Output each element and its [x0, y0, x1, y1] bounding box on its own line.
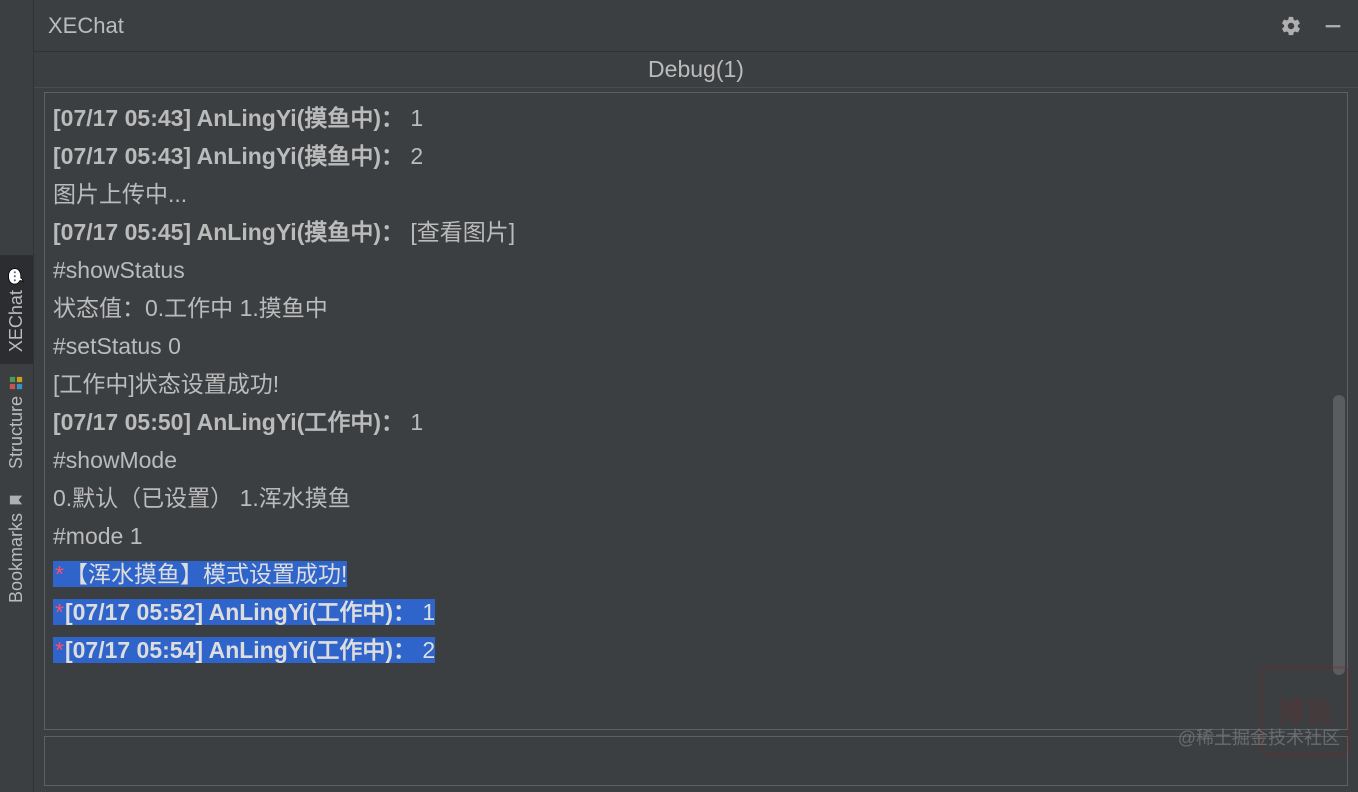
- sidebar-item-xechat[interactable]: XEChat 💬: [0, 255, 33, 364]
- star-marker: *: [53, 637, 65, 663]
- chat-line: #mode 1: [53, 517, 1339, 555]
- sidebar-item-label: Structure: [6, 396, 27, 469]
- sidebar-item-label: XEChat: [6, 290, 27, 352]
- chat-line: *[07/17 05:54] AnLingYi(工作中)： 2: [53, 631, 1339, 669]
- chat-log[interactable]: [07/17 05:43] AnLingYi(摸鱼中)： 1[07/17 05:…: [45, 93, 1347, 729]
- msg-prefix: [07/17 05:43] AnLingYi(摸鱼中)：: [53, 143, 404, 169]
- chat-line: 状态值：0.工作中 1.摸鱼中: [53, 289, 1339, 327]
- title-bar-actions: [1280, 15, 1344, 37]
- msg-prefix: [07/17 05:54] AnLingYi(工作中)：: [65, 637, 416, 663]
- chat-line: *[07/17 05:52] AnLingYi(工作中)： 1: [53, 593, 1339, 631]
- chat-line: [07/17 05:45] AnLingYi(摸鱼中)： [查看图片]: [53, 213, 1339, 251]
- scrollbar-thumb[interactable]: [1333, 395, 1345, 675]
- star-marker: *: [53, 599, 65, 625]
- chat-line: #showStatus: [53, 251, 1339, 289]
- chat-input[interactable]: [45, 737, 1347, 785]
- chat-line: 0.默认（已设置） 1.浑水摸鱼: [53, 479, 1339, 517]
- msg-text: 2: [404, 143, 423, 169]
- chat-line: [工作中]状态设置成功!: [53, 365, 1339, 403]
- structure-icon: [10, 375, 24, 391]
- main-panel: XEChat Debug(1) [07/17 05:43] AnLingYi(摸…: [34, 0, 1358, 792]
- gear-icon[interactable]: [1280, 15, 1302, 37]
- chat-line: [07/17 05:50] AnLingYi(工作中)： 1: [53, 403, 1339, 441]
- chat-content-panel: [07/17 05:43] AnLingYi(摸鱼中)： 1[07/17 05:…: [44, 92, 1348, 730]
- tab-strip: Debug(1): [34, 52, 1358, 88]
- tab-debug[interactable]: Debug(1): [648, 56, 744, 83]
- star-marker: *: [53, 561, 65, 587]
- msg-text: 1: [404, 105, 423, 131]
- msg-text: 【浑水摸鱼】模式设置成功!: [65, 561, 347, 587]
- tool-window-bar: XEChat 💬 Structure Bookmarks: [0, 0, 34, 792]
- chat-line: *【浑水摸鱼】模式设置成功!: [53, 555, 1339, 593]
- msg-prefix: [07/17 05:45] AnLingYi(摸鱼中)：: [53, 219, 404, 245]
- sidebar-item-bookmarks[interactable]: Bookmarks: [0, 481, 33, 615]
- msg-text: 1: [416, 599, 435, 625]
- sidebar-item-label: Bookmarks: [6, 513, 27, 603]
- sidebar-item-structure[interactable]: Structure: [0, 364, 33, 481]
- panel-title: XEChat: [48, 13, 1280, 39]
- msg-prefix: [07/17 05:52] AnLingYi(工作中)：: [65, 599, 416, 625]
- chat-line: #setStatus 0: [53, 327, 1339, 365]
- msg-text: 1: [404, 409, 423, 435]
- chat-line: [07/17 05:43] AnLingYi(摸鱼中)： 2: [53, 137, 1339, 175]
- chat-line: 图片上传中...: [53, 175, 1339, 213]
- bookmark-icon: [10, 492, 24, 508]
- scrollbar[interactable]: [1331, 95, 1345, 727]
- chat-line: #showMode: [53, 441, 1339, 479]
- chat-line: [07/17 05:43] AnLingYi(摸鱼中)： 1: [53, 99, 1339, 137]
- msg-prefix: [07/17 05:50] AnLingYi(工作中)：: [53, 409, 404, 435]
- msg-text: 2: [416, 637, 435, 663]
- input-bar: [44, 736, 1348, 786]
- minimize-icon[interactable]: [1322, 15, 1344, 37]
- title-bar: XEChat: [34, 0, 1358, 52]
- chat-icon: 💬: [8, 268, 25, 284]
- view-image-link[interactable]: [查看图片]: [404, 219, 515, 245]
- msg-prefix: [07/17 05:43] AnLingYi(摸鱼中)：: [53, 105, 404, 131]
